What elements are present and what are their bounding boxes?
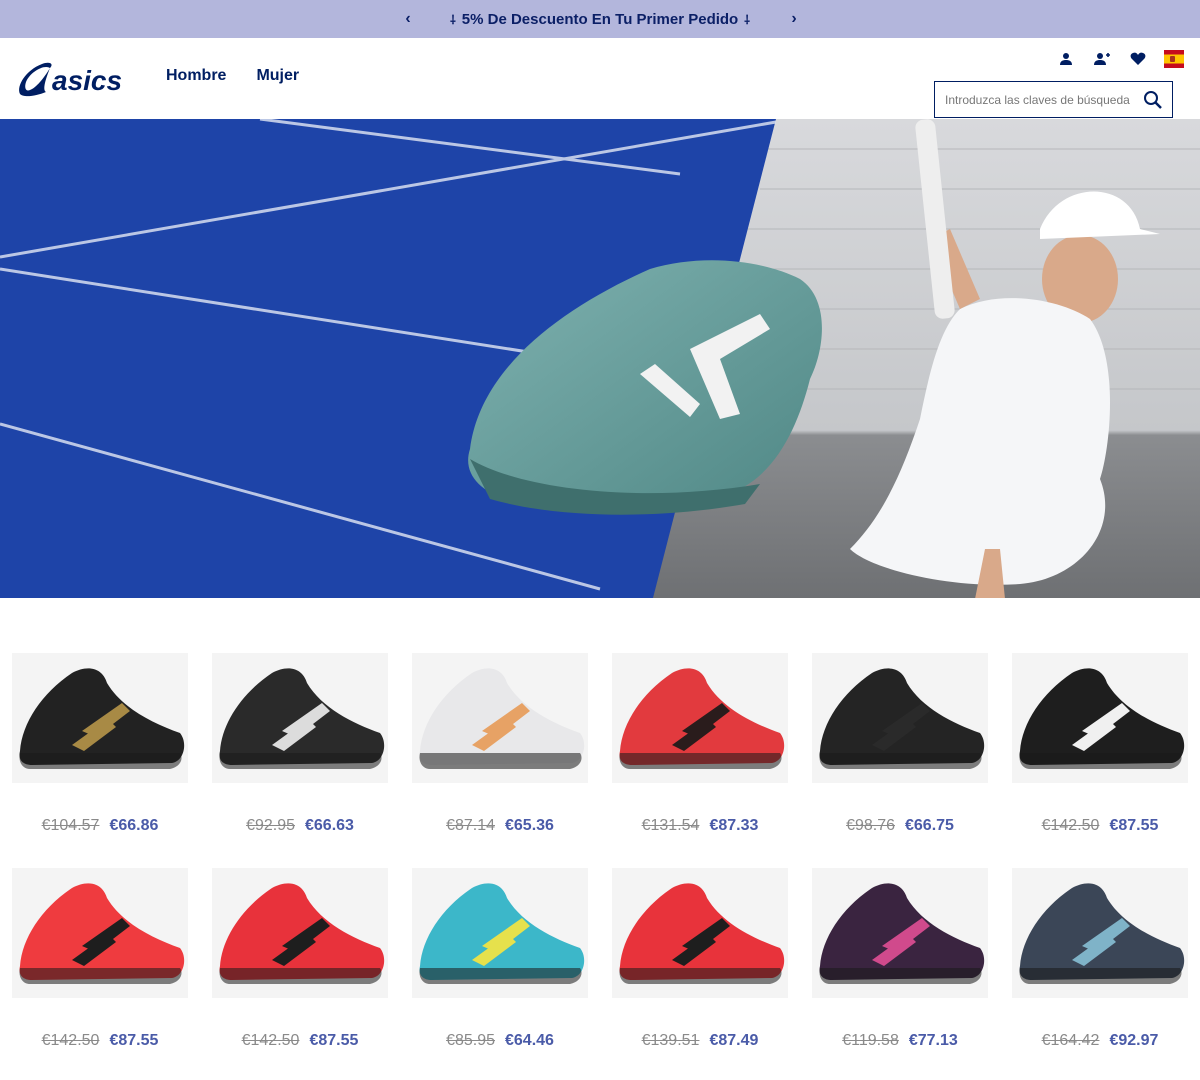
product-prices: €104.57 €66.86 [12, 817, 188, 835]
product-prices: €164.42 €92.97 [1012, 1032, 1188, 1050]
hero-image [0, 119, 1200, 598]
product-prices: €142.50 €87.55 [1012, 817, 1188, 835]
sale-price: €77.13 [908, 1032, 958, 1049]
product-card[interactable]: €98.76 €66.75 [812, 653, 988, 834]
search-icon [1144, 90, 1162, 109]
promo-bar: ‹ ⸸ 5% De Descuento En Tu Primer Pedido … [0, 0, 1200, 38]
product-image[interactable] [1012, 868, 1188, 998]
product-card[interactable]: €87.14 €65.36 [412, 653, 588, 834]
wishlist-heart-icon[interactable] [1128, 50, 1148, 68]
hero-banner[interactable] [0, 119, 1200, 598]
product-prices: €142.50 €87.55 [212, 1032, 388, 1050]
original-price: €92.95 [246, 817, 295, 834]
sale-price: €87.55 [109, 1032, 159, 1049]
product-image[interactable] [612, 868, 788, 998]
product-prices: €142.50 €87.55 [12, 1032, 188, 1050]
spain-flag-icon[interactable] [1164, 50, 1184, 68]
search-box [934, 81, 1173, 118]
original-price: €142.50 [41, 1032, 100, 1049]
product-card[interactable]: €85.95 €64.46 [412, 868, 588, 1049]
promo-spark-icon: ⸸ [450, 12, 456, 27]
original-price: €164.42 [1041, 1032, 1100, 1049]
product-image[interactable] [1012, 653, 1188, 783]
original-price: €142.50 [241, 1032, 300, 1049]
sale-price: €87.33 [709, 817, 759, 834]
product-image[interactable] [412, 653, 588, 783]
product-image[interactable] [212, 868, 388, 998]
sale-price: €64.46 [505, 1032, 554, 1049]
product-card[interactable]: €164.42 €92.97 [1012, 868, 1188, 1049]
product-card[interactable]: €139.51 €87.49 [612, 868, 788, 1049]
original-price: €139.51 [641, 1032, 700, 1049]
main-nav: Hombre Mujer [166, 67, 299, 85]
product-image[interactable] [212, 653, 388, 783]
product-prices: €119.58 €77.13 [812, 1032, 988, 1050]
sale-price: €92.97 [1109, 1032, 1159, 1049]
nav-hombre[interactable]: Hombre [166, 67, 226, 85]
product-card[interactable]: €142.50 €87.55 [12, 868, 188, 1049]
original-price: €87.14 [446, 817, 495, 834]
promo-text: 5% De Descuento En Tu Primer Pedido [461, 10, 739, 28]
product-prices: €131.54 €87.33 [612, 817, 788, 835]
product-row: €142.50 €87.55 €142.50 €87.55 €85.95 €64.46 €1… [0, 868, 1200, 1068]
register-icon[interactable] [1092, 50, 1112, 68]
original-price: €142.50 [1041, 817, 1100, 834]
asics-logo[interactable]: asics [16, 60, 126, 98]
product-row: €104.57 €66.86 €92.95 €66.63 €87.14 €65.36 €13… [0, 653, 1200, 853]
product-prices: €92.95 €66.63 [212, 817, 388, 835]
search-button[interactable] [1134, 82, 1172, 117]
product-image[interactable] [412, 868, 588, 998]
sale-price: €66.63 [305, 817, 354, 834]
nav-mujer[interactable]: Mujer [256, 67, 299, 85]
promo-spark-icon: ⸸ [744, 12, 750, 27]
product-card[interactable]: €119.58 €77.13 [812, 868, 988, 1049]
original-price: €131.54 [641, 817, 700, 834]
account-icon[interactable] [1056, 50, 1076, 68]
product-card[interactable]: €131.54 €87.33 [612, 653, 788, 834]
product-prices: €87.14 €65.36 [412, 817, 588, 835]
search-input[interactable] [935, 82, 1134, 117]
logo-wordmark: asics [52, 65, 122, 96]
original-price: €104.57 [41, 817, 100, 834]
product-card[interactable]: €142.50 €87.55 [1012, 653, 1188, 834]
product-prices: €85.95 €64.46 [412, 1032, 588, 1050]
product-prices: €98.76 €66.75 [812, 817, 988, 835]
header-icons [1056, 50, 1184, 68]
original-price: €98.76 [846, 817, 895, 834]
product-card[interactable]: €92.95 €66.63 [212, 653, 388, 834]
product-image[interactable] [812, 868, 988, 998]
promo-next-arrow[interactable]: › [784, 9, 804, 29]
sale-price: €87.55 [309, 1032, 359, 1049]
sale-price: €66.75 [905, 817, 954, 834]
promo-prev-arrow[interactable]: ‹ [398, 9, 418, 29]
product-image[interactable] [612, 653, 788, 783]
product-card[interactable]: €142.50 €87.55 [212, 868, 388, 1049]
sale-price: €66.86 [109, 817, 159, 834]
original-price: €85.95 [446, 1032, 495, 1049]
product-prices: €139.51 €87.49 [612, 1032, 788, 1050]
sale-price: €65.36 [505, 817, 554, 834]
sale-price: €87.49 [709, 1032, 759, 1049]
product-image[interactable] [12, 868, 188, 998]
product-card[interactable]: €104.57 €66.86 [12, 653, 188, 834]
site-header: asics Hombre Mujer [0, 38, 1200, 119]
product-image[interactable] [812, 653, 988, 783]
original-price: €119.58 [842, 1032, 899, 1049]
product-image[interactable] [12, 653, 188, 783]
sale-price: €87.55 [1109, 817, 1159, 834]
promo-message[interactable]: ⸸ 5% De Descuento En Tu Primer Pedido ⸸ [450, 11, 750, 28]
